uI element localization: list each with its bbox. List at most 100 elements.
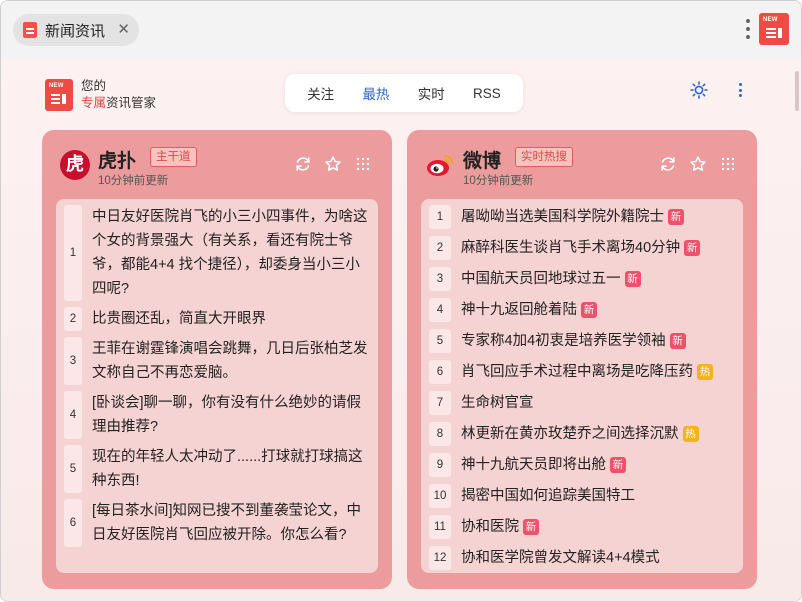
news-title[interactable]: 专家称4加4初衷是培养医学领袖新 — [461, 329, 735, 353]
more-menu-icon[interactable] — [743, 17, 753, 41]
tab-hottest[interactable]: 最热 — [362, 83, 389, 103]
rank-number: 6 — [429, 360, 451, 384]
brand-header: NEW 您的 专属资讯管家 — [45, 77, 156, 113]
news-title[interactable]: 协和医学院曾发文解读4+4模式 — [461, 546, 735, 570]
list-item[interactable]: 7 生命树官宣 — [429, 391, 735, 415]
hupu-card: 虎 虎扑 主干道 10分钟前更新 1 中日友好医院肖飞的小三小四事件，为啥这个女… — [42, 130, 392, 589]
new-badge: 新 — [624, 271, 641, 287]
news-logo-icon: NEW — [45, 79, 73, 111]
browser-tab[interactable]: 新闻资讯 ✕ — [13, 14, 139, 46]
rank-number: 4 — [64, 391, 82, 439]
news-title[interactable]: [卧谈会]聊一聊，你有没有什么绝妙的请假理由推荐? — [92, 391, 370, 439]
settings-menu-icon[interactable] — [735, 83, 745, 97]
news-title[interactable]: 现在的年轻人太冲动了......打球就打球搞这种东西! — [92, 445, 370, 493]
app-logo-icon[interactable]: NEW — [759, 13, 789, 45]
list-item[interactable]: 11 协和医院新 — [429, 515, 735, 539]
rank-number: 7 — [429, 391, 451, 415]
rank-number: 8 — [429, 422, 451, 446]
update-time: 10分钟前更新 — [98, 175, 169, 187]
list-item[interactable]: 1 中日友好医院肖飞的小三小四事件，为啥这个女的背景强大（有关系，看还有院士爷爷… — [64, 205, 370, 301]
title-bar: 新闻资讯 ✕ NEW — [1, 1, 801, 59]
rank-number: 3 — [429, 267, 451, 291]
rank-number: 4 — [429, 298, 451, 322]
news-title[interactable]: 生命树官宣 — [461, 391, 735, 415]
list-item[interactable]: 2 比贵圈还乱，简直大开眼界 — [64, 307, 370, 331]
rank-number: 2 — [429, 236, 451, 260]
list-item[interactable]: 6 肖飞回应手术过程中离场是吃降压药热 — [429, 360, 735, 384]
list-item[interactable]: 3 王菲在谢霆锋演唱会跳舞，几日后张柏芝发文称自己不再恋爱脑。 — [64, 337, 370, 385]
news-list: 1 中日友好医院肖飞的小三小四事件，为啥这个女的背景强大（有关系，看还有院士爷爷… — [56, 199, 378, 573]
app-window: 新闻资讯 ✕ NEW NEW 您的 专属资讯管家 关注 最热 实时 RSS 虎 … — [0, 0, 802, 602]
close-icon[interactable]: ✕ — [117, 21, 130, 39]
rank-number: 11 — [429, 515, 451, 539]
hupu-logo-icon: 虎 — [60, 150, 90, 180]
new-badge: 新 — [684, 240, 701, 256]
tab-realtime[interactable]: 实时 — [418, 83, 445, 103]
new-badge: 新 — [669, 333, 686, 349]
brand-slogan: 您的 专属资讯管家 — [81, 78, 156, 112]
list-item[interactable]: 5 现在的年轻人太冲动了......打球就打球搞这种东西! — [64, 445, 370, 493]
news-title[interactable]: 林更新在黄亦玫楚乔之间选择沉默热 — [461, 422, 735, 446]
news-title[interactable]: 协和医院新 — [461, 515, 735, 539]
drag-handle-icon[interactable] — [354, 155, 372, 173]
card-header: 微博 实时热搜 10分钟前更新 — [425, 144, 745, 188]
news-title[interactable]: 中日友好医院肖飞的小三小四事件，为啥这个女的背景强大（有关系，看还有院士爷爷，都… — [92, 205, 370, 301]
card-header: 虎 虎扑 主干道 10分钟前更新 — [60, 144, 380, 188]
news-title[interactable]: 麻醉科医生谈肖飞手术离场40分钟新 — [461, 236, 735, 260]
list-item[interactable]: 8 林更新在黄亦玫楚乔之间选择沉默热 — [429, 422, 735, 446]
news-title[interactable]: 中国航天员回地球过五一新 — [461, 267, 735, 291]
drag-handle-icon[interactable] — [719, 155, 737, 173]
tab-rss[interactable]: RSS — [473, 86, 501, 101]
rank-number: 5 — [429, 329, 451, 353]
list-item[interactable]: 4 神十九返回舱着陆新 — [429, 298, 735, 322]
news-title[interactable]: 神十九返回舱着陆新 — [461, 298, 735, 322]
theme-sun-icon[interactable] — [690, 81, 708, 99]
hot-badge: 热 — [697, 364, 713, 380]
news-title[interactable]: 揭密中国如何追踪美国特工 — [461, 484, 735, 508]
tab-follow[interactable]: 关注 — [307, 83, 334, 103]
card-actions — [659, 155, 739, 175]
list-item[interactable]: 5 专家称4加4初衷是培养医学领袖新 — [429, 329, 735, 353]
scrollbar[interactable] — [795, 71, 799, 111]
site-name: 虎扑 — [98, 151, 137, 172]
channel-tag: 主干道 — [150, 147, 197, 167]
rank-number: 12 — [429, 546, 451, 570]
list-item[interactable]: 12 协和医学院曾发文解读4+4模式 — [429, 546, 735, 570]
main-content: NEW 您的 专属资讯管家 关注 最热 实时 RSS 虎 虎扑 主干道 10分钟… — [1, 59, 801, 601]
refresh-icon[interactable] — [294, 155, 312, 173]
list-item[interactable]: 2 麻醉科医生谈肖飞手术离场40分钟新 — [429, 236, 735, 260]
new-badge: 新 — [523, 519, 539, 535]
tab-title: 新闻资讯 — [45, 22, 106, 40]
refresh-icon[interactable] — [659, 155, 677, 173]
news-title[interactable]: 神十九航天员即将出舱新 — [461, 453, 735, 477]
new-badge: 新 — [668, 209, 684, 225]
card-actions — [294, 155, 374, 175]
news-title[interactable]: 王菲在谢霆锋演唱会跳舞，几日后张柏芝发文称自己不再恋爱脑。 — [92, 337, 370, 385]
rank-number: 10 — [429, 484, 451, 508]
list-item[interactable]: 6 [每日茶水间]知网已搜不到董袭莹论文，中日友好医院肖飞回应被开除。你怎么看? — [64, 499, 370, 547]
star-icon[interactable] — [324, 155, 342, 173]
rank-number: 6 — [64, 499, 82, 547]
news-title[interactable]: 比贵圈还乱，简直大开眼界 — [92, 307, 370, 331]
news-title[interactable]: 肖飞回应手术过程中离场是吃降压药热 — [461, 360, 735, 384]
list-item[interactable]: 4 [卧谈会]聊一聊，你有没有什么绝妙的请假理由推荐? — [64, 391, 370, 439]
rank-number: 5 — [64, 445, 82, 493]
rank-number: 3 — [64, 337, 82, 385]
list-item[interactable]: 1 屠呦呦当选美国科学院外籍院士新 — [429, 205, 735, 229]
rank-number: 9 — [429, 453, 451, 477]
rank-number: 1 — [429, 205, 451, 229]
list-item[interactable]: 10 揭密中国如何追踪美国特工 — [429, 484, 735, 508]
channel-tag: 实时热搜 — [515, 147, 573, 167]
list-item[interactable]: 3 中国航天员回地球过五一新 — [429, 267, 735, 291]
news-title[interactable]: [每日茶水间]知网已搜不到董袭莹论文，中日友好医院肖飞回应被开除。你怎么看? — [92, 499, 370, 547]
rank-number: 2 — [64, 307, 82, 331]
news-title[interactable]: 屠呦呦当选美国科学院外籍院士新 — [461, 205, 735, 229]
logo-text: NEW — [763, 17, 778, 23]
weibo-card: 微博 实时热搜 10分钟前更新 1 屠呦呦当选美国科学院外籍院士 新 2 麻醉科… — [407, 130, 757, 589]
slogan-line-2: 专属资讯管家 — [81, 96, 157, 110]
new-badge: 新 — [610, 457, 626, 473]
list-item[interactable]: 9 神十九航天员即将出舱新 — [429, 453, 735, 477]
star-icon[interactable] — [689, 155, 707, 173]
rank-number: 1 — [64, 205, 82, 301]
slogan-line-1: 您的 — [81, 79, 107, 93]
